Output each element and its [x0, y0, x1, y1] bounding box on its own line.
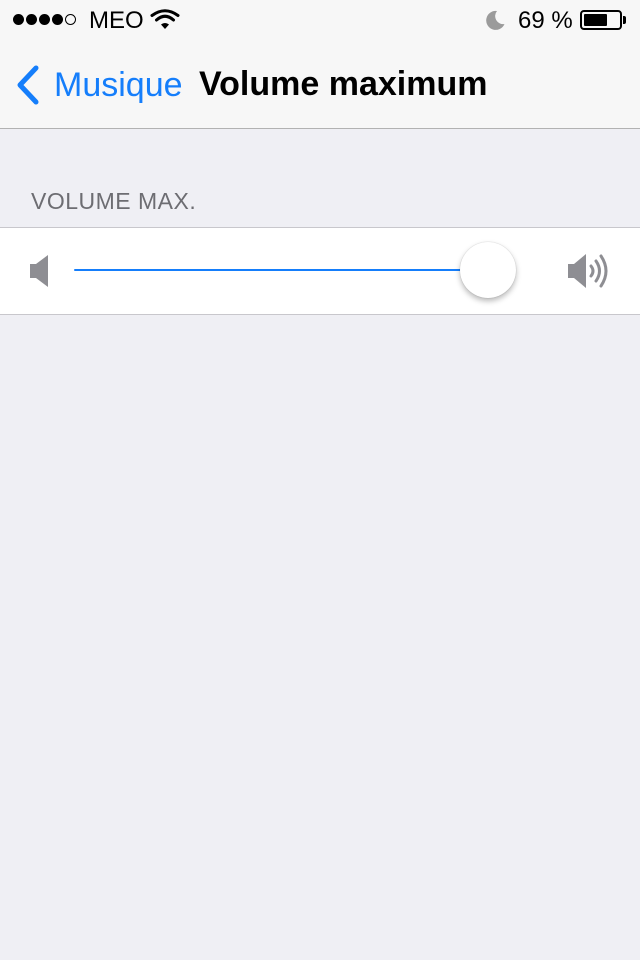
battery-icon [580, 10, 622, 30]
volume-slider[interactable] [74, 228, 516, 316]
signal-strength-indicator [13, 14, 76, 25]
signal-dot [52, 14, 63, 25]
signal-dot-empty [65, 14, 76, 25]
status-bar: MEO 69 % [0, 0, 640, 40]
back-button-label: Musique [54, 66, 183, 104]
volume-slider-cell [0, 227, 640, 315]
slider-fill [74, 269, 488, 271]
battery-level [584, 14, 608, 26]
page-title: Volume maximum [199, 65, 488, 103]
section-header: VOLUME MAX. [31, 188, 197, 214]
battery-tip [623, 16, 626, 24]
carrier-name: MEO [89, 7, 144, 34]
speaker-min-icon [30, 255, 48, 287]
battery-percentage: 69 % [518, 7, 573, 34]
moon-icon [486, 10, 505, 30]
slider-thumb[interactable] [460, 242, 516, 298]
signal-dot [13, 14, 24, 25]
chevron-left-icon [17, 65, 39, 105]
signal-dot [26, 14, 37, 25]
signal-dot [39, 14, 50, 25]
back-button[interactable]: Musique [14, 64, 183, 106]
navigation-bar: Musique Volume maximum [0, 40, 640, 129]
speaker-max-icon [568, 254, 608, 288]
wifi-icon [150, 9, 180, 29]
